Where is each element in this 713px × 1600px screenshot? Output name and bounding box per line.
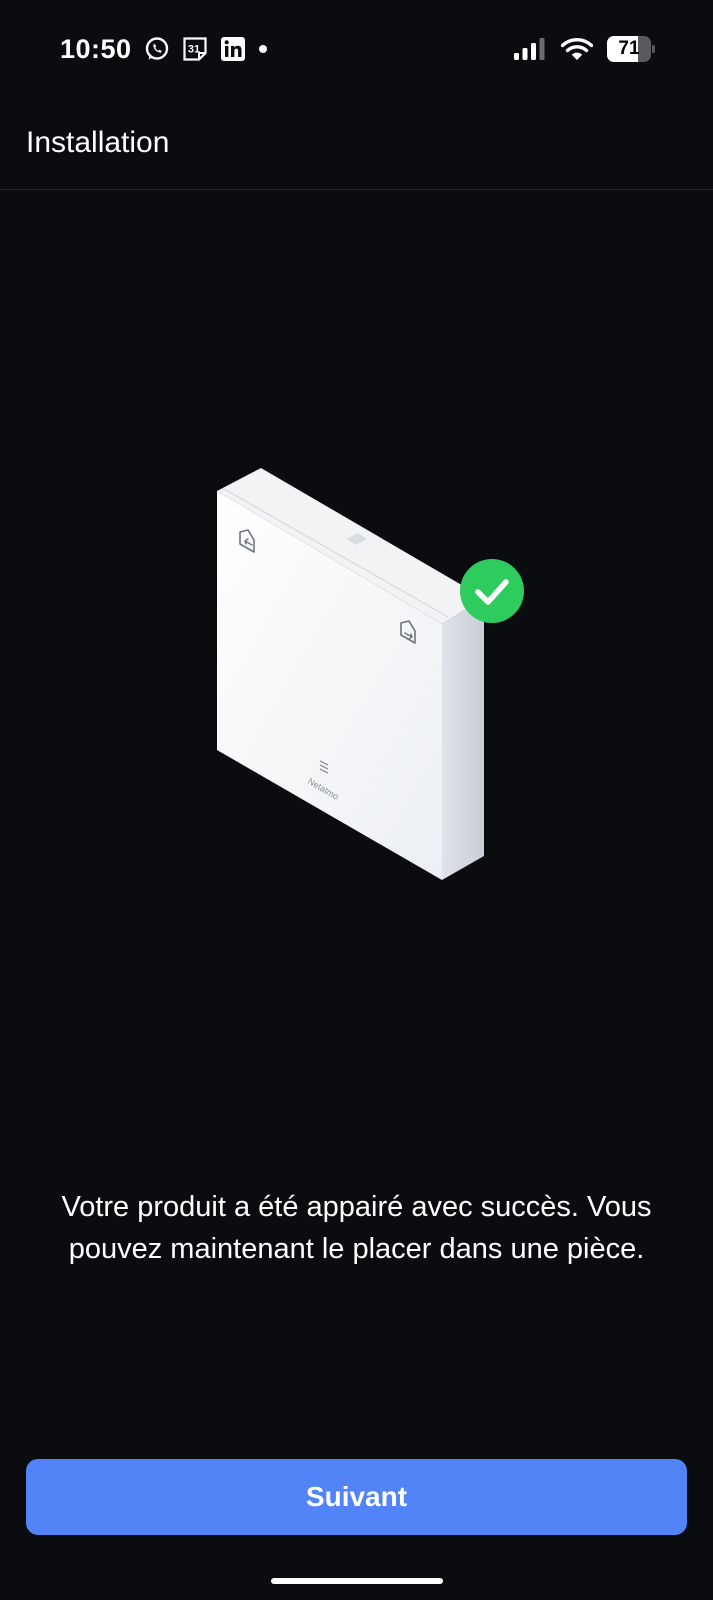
status-time: 10:50 — [60, 34, 132, 64]
status-icons-left: 31 — [144, 36, 268, 62]
linkedin-icon — [220, 36, 246, 62]
success-badge — [460, 559, 524, 623]
next-button[interactable]: Suivant — [26, 1459, 687, 1535]
wifi-icon — [561, 37, 593, 61]
calendar-icon: 31 — [182, 36, 208, 62]
notification-dot-icon — [258, 44, 268, 54]
battery-body: 71 — [607, 36, 651, 62]
battery-tip — [652, 45, 655, 53]
whatsapp-icon — [144, 36, 170, 62]
device-illustration: Netatmo — [200, 460, 540, 900]
status-icons-right: 71 — [513, 36, 655, 62]
cellular-signal-icon — [513, 37, 547, 61]
header: Installation — [0, 100, 713, 190]
home-indicator[interactable] — [271, 1578, 443, 1584]
status-bar: 10:50 31 71 — [0, 0, 713, 100]
page-title: Installation — [26, 126, 170, 159]
netatmo-device — [217, 468, 484, 880]
success-message: Votre produit a été appairé avec succès.… — [61, 1191, 652, 1265]
battery-icon: 71 — [607, 36, 655, 62]
calendar-day: 31 — [188, 44, 200, 56]
battery-level: 71 — [618, 38, 640, 59]
